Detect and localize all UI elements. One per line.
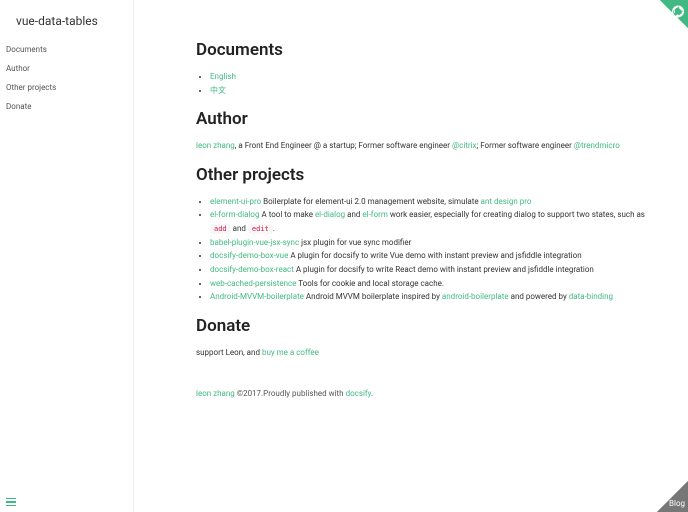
author-line: leon zhang, a Front End Engineer @ a sta… [196,139,648,153]
link-english[interactable]: English [210,72,236,81]
donate-text: support Leon, and [196,348,262,357]
trendmicro-link[interactable]: @trendmicro [574,141,620,150]
list-item: docsify-demo-box-react A plugin for docs… [210,263,648,277]
hamburger-icon [6,505,16,507]
project-text: Boilerplate for element-ui 2.0 managemen… [261,197,480,206]
site-title: vue-data-tables [0,14,133,40]
project-link[interactable]: element-ui-pro [210,197,261,206]
project-text: A plugin for docsify to write React demo… [294,265,594,274]
project-text: A plugin for docsify to write Vue demo w… [288,251,581,260]
list-item: babel-plugin-vue-jsx-sync jsx plugin for… [210,236,648,250]
project-text: and powered by [509,292,569,301]
footer-author-link[interactable]: leon zhang [196,389,235,398]
project-link[interactable]: android-boilerplate [442,292,509,301]
project-text: . [273,224,275,233]
project-text: work easier, especially for creating dia… [388,210,645,219]
blog-label: Blog [669,499,685,508]
footer-text: . [371,389,373,398]
project-text: A tool to make [260,210,315,219]
heading-author: Author [196,109,648,129]
list-item: element-ui-pro Boilerplate for element-u… [210,195,648,209]
project-link[interactable]: el-form [362,210,387,219]
citrix-link[interactable]: @citrix [452,141,477,150]
footer-text: ©2017.Proudly published with [235,389,346,398]
link-chinese[interactable]: 中文 [210,86,226,95]
project-link[interactable]: ant design pro [481,197,532,206]
list-item: 中文 [210,84,648,98]
project-link[interactable]: el-dialog [315,210,345,219]
donate-line: support Leon, and buy me a coffee [196,346,648,360]
author-text: ; Former software engineer [477,141,574,150]
heading-donate: Donate [196,316,648,336]
list-item: docsify-demo-box-vue A plugin for docsif… [210,249,648,263]
footer: leon zhang ©2017.Proudly published with … [196,387,648,401]
sidebar: vue-data-tables Documents Author Other p… [0,0,134,512]
project-link[interactable]: el-form-dialog [210,210,260,219]
author-name-link[interactable]: leon zhang [196,141,235,150]
list-item: web-cached-persistence Tools for cookie … [210,277,648,291]
heading-other-projects: Other projects [196,165,648,185]
projects-list: element-ui-pro Boilerplate for element-u… [196,195,648,304]
nav-list: Documents Author Other projects Donate [0,40,133,116]
hamburger-icon [6,501,16,503]
main-content: Documents English 中文 Author leon zhang, … [134,0,688,512]
menu-toggle[interactable] [6,496,16,509]
project-text: and [231,224,248,233]
nav-item-donate[interactable]: Donate [0,97,133,116]
list-item: el-form-dialog A tool to make el-dialog … [210,208,648,235]
project-link[interactable]: data-binding [569,292,613,301]
code-edit: edit [248,224,273,234]
github-corner[interactable] [648,0,688,40]
project-text: Android MVVM boilerplate inspired by [304,292,442,301]
list-item: English [210,70,648,84]
project-link[interactable]: web-cached-persistence [210,279,296,288]
project-link[interactable]: babel-plugin-vue-jsx-sync [210,238,299,247]
documents-list: English 中文 [196,70,648,97]
project-text: and [345,210,362,219]
nav-item-documents[interactable]: Documents [0,40,133,59]
author-text: , a Front End Engineer @ a startup; Form… [235,141,452,150]
project-link[interactable]: docsify-demo-box-react [210,265,294,274]
docsify-link[interactable]: docsify [346,389,371,398]
code-add: add [210,224,231,234]
hamburger-icon [6,498,16,500]
heading-documents: Documents [196,40,648,60]
nav-item-author[interactable]: Author [0,59,133,78]
blog-corner[interactable]: Blog [644,468,688,512]
coffee-link[interactable]: buy me a coffee [262,348,319,357]
project-link[interactable]: Android-MVVM-boilerplate [210,292,304,301]
project-text: Tools for cookie and local storage cache… [296,279,444,288]
project-link[interactable]: docsify-demo-box-vue [210,251,288,260]
list-item: Android-MVVM-boilerplate Android MVVM bo… [210,290,648,304]
nav-item-other-projects[interactable]: Other projects [0,78,133,97]
footer-line: leon zhang ©2017.Proudly published with … [196,387,648,401]
project-text: jsx plugin for vue sync modifier [299,238,411,247]
